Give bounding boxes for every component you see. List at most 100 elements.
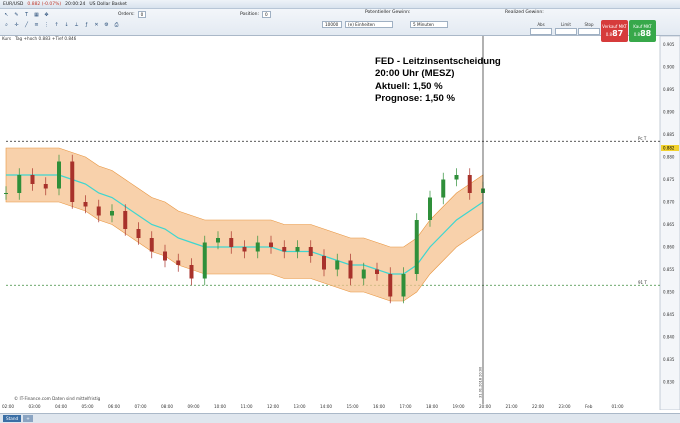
position-label: Position: xyxy=(240,12,260,17)
x-tick-label: 18:00 xyxy=(426,404,438,409)
x-tick-label: 17:00 xyxy=(400,404,412,409)
candle-body xyxy=(322,256,326,270)
limit-input[interactable] xyxy=(555,28,577,35)
title-bar: EUR/USD 0.882 (-0.07%) 20:00:24 US Dolla… xyxy=(0,0,680,9)
x-tick-label: 13:00 xyxy=(294,404,306,409)
candle-body xyxy=(269,242,273,247)
candle-body xyxy=(229,238,234,247)
delete-icon[interactable]: ✕ xyxy=(93,21,100,28)
zoom-icon[interactable]: ⌕ xyxy=(3,21,10,28)
arrow-up-icon[interactable]: ↑ xyxy=(53,21,60,28)
channel-icon[interactable]: ≡ xyxy=(33,21,40,28)
x-tick-label: 15:00 xyxy=(347,404,359,409)
x-tick-label: 05:00 xyxy=(82,404,94,409)
x-tick-label: 06:00 xyxy=(108,404,120,409)
crosshair-icon[interactable]: ✛ xyxy=(13,21,20,28)
y-tick-label: 0.860 xyxy=(663,245,675,250)
x-tick-label: 07:00 xyxy=(135,404,147,409)
candle-body xyxy=(176,260,181,265)
candle-body xyxy=(242,247,247,252)
candle-body xyxy=(401,274,406,297)
x-tick-label: 16:00 xyxy=(373,404,385,409)
x-tick-label: 10:00 xyxy=(214,404,226,409)
candle-body xyxy=(441,179,446,198)
y-tick-label: 0.850 xyxy=(663,290,675,295)
candle-body xyxy=(43,184,48,189)
y-tick-label: 0.895 xyxy=(663,87,675,92)
event-annotation: FED - Leitzinsentscheidung 20:00 Uhr (ME… xyxy=(375,56,501,106)
position-value: 0 xyxy=(262,11,271,18)
x-tick-label: 19:00 xyxy=(453,404,465,409)
candle-body xyxy=(428,197,432,220)
candle-body xyxy=(388,274,393,297)
stop-input[interactable] xyxy=(578,28,600,35)
interval-select[interactable]: 5 Minuten xyxy=(410,21,448,28)
text-icon[interactable]: T xyxy=(23,11,30,18)
limit-label: Limit xyxy=(561,22,571,27)
unit-select[interactable]: (e) Einheiten xyxy=(345,21,393,28)
candle-body xyxy=(4,193,8,194)
move-icon[interactable]: ✥ xyxy=(43,11,50,18)
annotation-line-4: Prognose: 1,50 % xyxy=(375,93,455,105)
candle-body xyxy=(348,260,353,279)
x-tick-label: 09:00 xyxy=(188,404,200,409)
cursor-icon[interactable]: ↖ xyxy=(3,11,10,18)
y-tick-label: 0.845 xyxy=(663,312,675,317)
candle-body xyxy=(202,242,207,279)
price-chart[interactable]: 0.905 0.900 0.895 0.890 0.885 0.880 0.875 0.870… xyxy=(0,35,680,411)
candle-body xyxy=(163,251,167,261)
y-tick-label: 0.870 xyxy=(663,200,675,205)
realized-label: Realized Gewinn: xyxy=(505,10,544,15)
candle-body xyxy=(17,175,22,193)
candle-body xyxy=(361,269,366,279)
copyright-note: © IT-Finance.com Daten sind mittelfristi… xyxy=(14,396,101,401)
candle-body xyxy=(335,260,340,270)
grid-icon[interactable]: ▦ xyxy=(33,11,40,18)
abs-box: Abs xyxy=(530,22,552,35)
fib-icon[interactable]: ⋮ xyxy=(43,21,50,28)
y-tick-label: 0.830 xyxy=(663,380,675,385)
chart-info: Kurs Tag +hoch 0.883 +Tief 0.846 xyxy=(2,36,76,41)
x-tick-label: 12:00 xyxy=(267,404,279,409)
quantity-input[interactable]: 10000 xyxy=(322,21,342,28)
x-tick-label: 20:00 xyxy=(479,404,491,409)
indicator-icon[interactable]: ƒ xyxy=(83,21,90,28)
clock: 20:00:24 xyxy=(65,1,86,7)
print-icon[interactable]: ⎙ xyxy=(113,21,120,28)
x-tick-label: Feb xyxy=(585,404,593,409)
candle-body xyxy=(216,238,220,243)
y-tick-label: 0.835 xyxy=(663,357,675,362)
reference-line-label: Pc T xyxy=(638,136,647,141)
candle-body xyxy=(57,161,61,189)
arrow-down-icon[interactable]: ↓ xyxy=(63,21,70,28)
chart-area[interactable]: 0.905 0.900 0.895 0.890 0.885 0.880 0.875 0.870… xyxy=(0,35,680,411)
y-tick-label: 0.900 xyxy=(663,65,675,70)
candle-body xyxy=(375,269,379,274)
toolbar: ↖ ✎ T ▦ ✥ Orders: 0 Position: 0 Potentie… xyxy=(0,9,680,42)
x-tick-label: 21:00 xyxy=(506,404,518,409)
x-tick-label: 02:00 xyxy=(2,404,14,409)
y-tick-label: 0.905 xyxy=(663,42,675,47)
candle-body xyxy=(110,211,114,216)
x-tick-label: 01:00 xyxy=(612,404,624,409)
tab-stand[interactable]: Stand xyxy=(3,415,22,422)
annotation-line-1: FED - Leitzinsentscheidung xyxy=(375,56,501,67)
stop-label: Stop xyxy=(584,22,594,27)
abs-input[interactable] xyxy=(530,28,552,35)
candle-body xyxy=(136,229,141,238)
y-tick-label: 0.890 xyxy=(663,110,675,115)
draw-icon[interactable]: ✎ xyxy=(13,11,20,18)
ruler-icon[interactable]: ⟂ xyxy=(73,21,80,28)
instrument-title: US Dollar Basket xyxy=(89,1,127,7)
add-tab-button[interactable]: + xyxy=(23,415,33,422)
line-icon[interactable]: ╱ xyxy=(23,21,30,28)
settings-icon[interactable]: ⚙ xyxy=(103,21,110,28)
series-tab[interactable]: Kurs xyxy=(2,36,11,41)
candle-body xyxy=(189,265,194,279)
instrument-label[interactable]: EUR/USD xyxy=(3,2,23,7)
candle-body xyxy=(308,247,313,256)
orders-value: 0 xyxy=(137,11,147,18)
abs-label: Abs xyxy=(537,22,545,27)
reference-line-label: 91 T xyxy=(638,280,647,285)
candle-body xyxy=(282,247,287,252)
